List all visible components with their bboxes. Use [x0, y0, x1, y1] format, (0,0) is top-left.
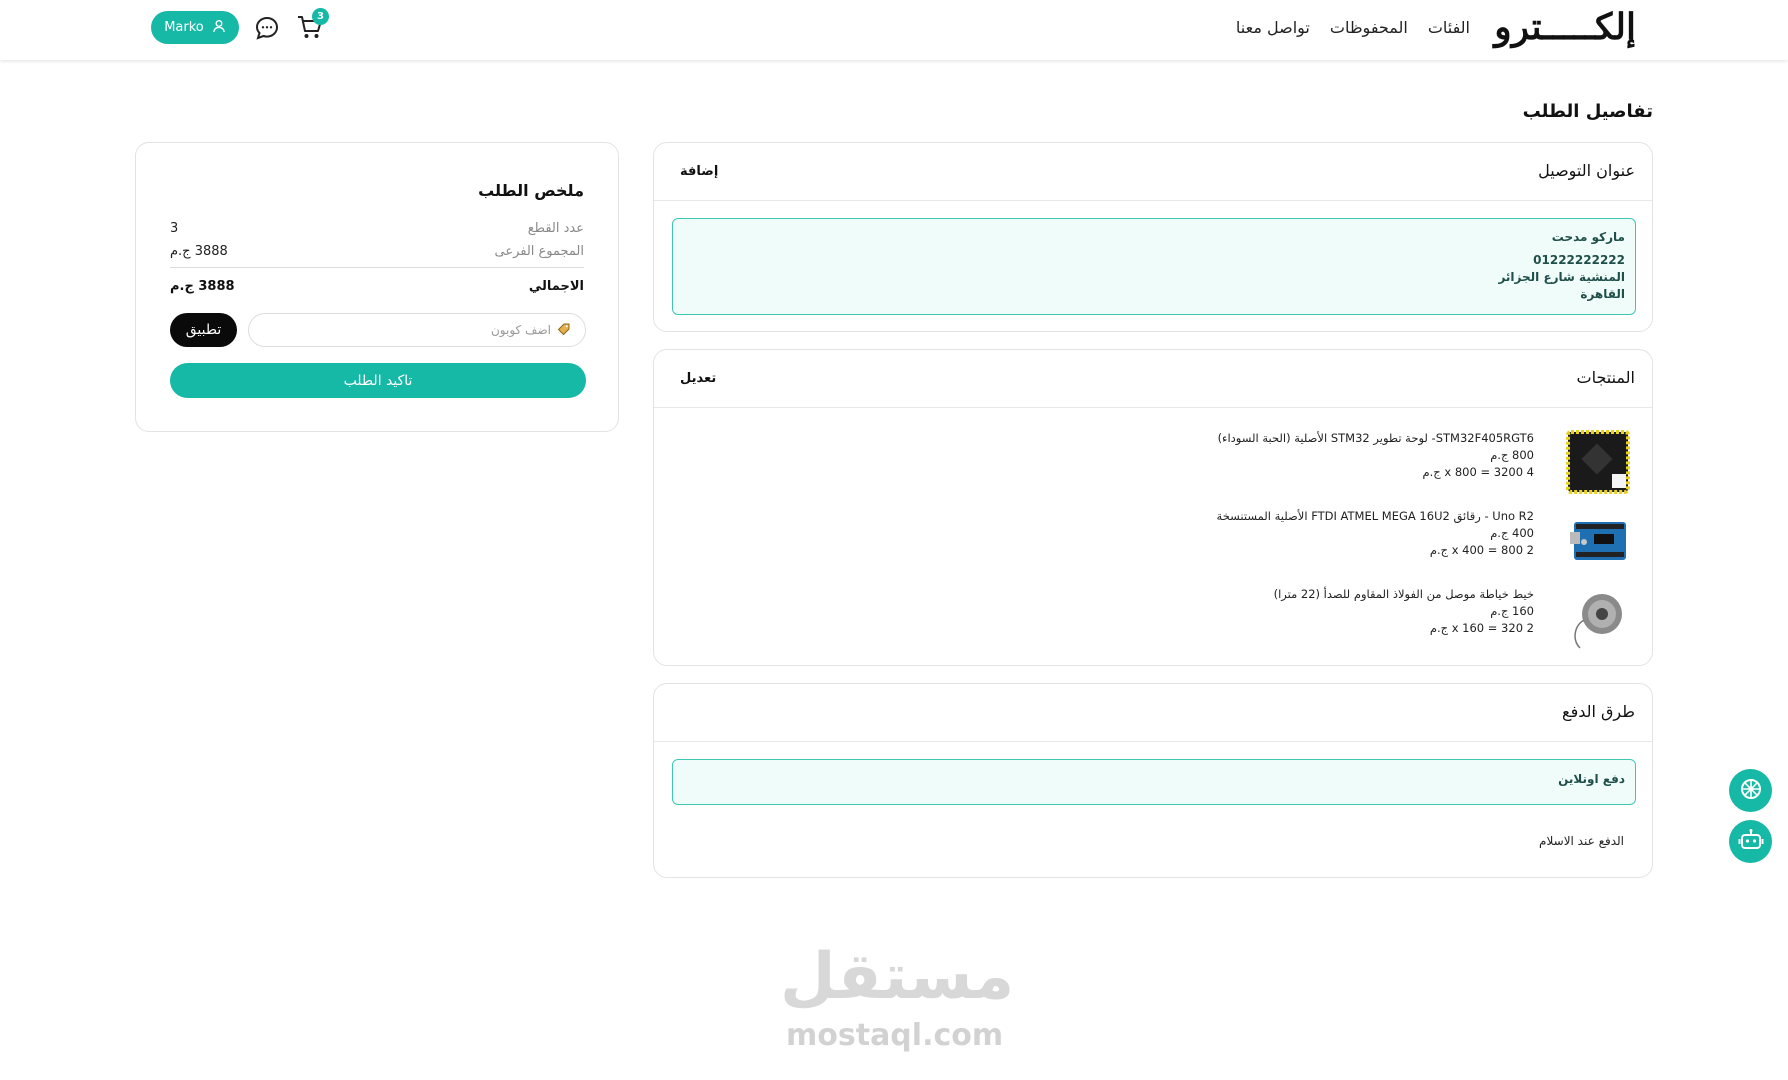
edit-products-button[interactable]: تعديل: [680, 371, 716, 386]
support-wheel-button[interactable]: [1729, 769, 1772, 812]
summary-title: ملخص الطلب: [478, 181, 584, 200]
product-name: STM32F405RGT6- لوحة تطوير STM32 الأصلية …: [1217, 431, 1534, 445]
coupon-placeholder: اضف كوبون: [490, 323, 551, 337]
watermark-english: mostaql.com: [786, 1018, 1004, 1053]
selected-address[interactable]: ماركو مدحت 01222222222 المنشية شارع الجز…: [672, 218, 1636, 315]
products-card-header: المنتجات تعديل: [654, 350, 1652, 408]
apply-coupon-button[interactable]: تطبيق: [170, 313, 237, 347]
summary-count-row: عدد القطع 3: [170, 221, 584, 239]
payment-title: طرق الدفع: [1562, 702, 1635, 721]
confirm-order-button[interactable]: تاكيد الطلب: [170, 363, 586, 398]
nav-categories[interactable]: الفئات: [1428, 18, 1470, 37]
product-info: خيط خياطة موصل من الفولاذ المقاوم للصدأ …: [1274, 586, 1534, 637]
payment-option-online[interactable]: دفع اونلاين: [672, 759, 1636, 805]
product-name: خيط خياطة موصل من الفولاذ المقاوم للصدأ …: [1273, 587, 1534, 601]
watermark-arabic: مستقل: [780, 940, 1015, 1014]
address-street: المنشية شارع الجزائر: [1498, 270, 1625, 284]
cart-count-badge: 3: [312, 8, 329, 25]
product-price: 400 ج.م: [1490, 526, 1534, 540]
site-logo[interactable]: إلكـــــترو: [1494, 6, 1636, 48]
product-line-total: 4 x 800 = 3200 ج.م: [1422, 465, 1534, 479]
product-item: STM32F405RGT6- لوحة تطوير STM32 الأصلية …: [734, 426, 1634, 498]
total-label: الاجمالي: [528, 279, 584, 294]
user-name: Marko: [164, 20, 204, 35]
coupon-input[interactable]: اضف كوبون: [248, 313, 586, 347]
product-item: Uno R2 - رقائق FTDI ATMEL MEGA 16U2 الأص…: [734, 504, 1634, 576]
user-account-button[interactable]: Marko: [151, 11, 239, 44]
product-item: خيط خياطة موصل من الفولاذ المقاوم للصدأ …: [734, 582, 1634, 654]
summary-total-row: الاجمالي 3888 ج.م: [170, 279, 584, 297]
chat-icon[interactable]: [254, 15, 280, 41]
nav-saved[interactable]: المحفوظات: [1330, 18, 1408, 37]
product-info: STM32F405RGT6- لوحة تطوير STM32 الأصلية …: [1218, 430, 1534, 481]
address-card-header: عنوان التوصيل إضافة: [654, 143, 1652, 201]
payment-card-header: طرق الدفع: [654, 684, 1652, 742]
chatbot-button[interactable]: [1729, 820, 1772, 863]
address-phone: 01222222222: [1533, 253, 1625, 267]
address-name: ماركو مدحت: [1551, 230, 1625, 244]
main-nav: الفئات المحفوظات تواصل معنا: [1236, 18, 1470, 37]
product-image-stm32: [1562, 426, 1634, 498]
products-title: المنتجات: [1576, 368, 1636, 387]
summary-subtotal-row: المجموع الفرعى 3888 ج.م: [170, 244, 584, 262]
summary-divider: [170, 267, 584, 268]
payment-option-cod[interactable]: الدفع عند الاسلام: [1539, 834, 1624, 848]
product-name: Uno R2 - رقائق FTDI ATMEL MEGA 16U2 الأص…: [1216, 509, 1534, 523]
top-header: إلكـــــترو الفئات المحفوظات تواصل معنا …: [0, 0, 1788, 60]
product-info: Uno R2 - رقائق FTDI ATMEL MEGA 16U2 الأص…: [1217, 508, 1534, 559]
address-title: عنوان التوصيل: [1538, 161, 1635, 180]
product-price: 160 ج.م: [1490, 604, 1534, 618]
add-address-button[interactable]: إضافة: [680, 164, 718, 179]
product-line-total: 2 x 160 = 320 ج.م: [1429, 621, 1534, 635]
product-price: 800 ج.م: [1490, 448, 1534, 462]
order-summary-card: ملخص الطلب عدد القطع 3 المجموع الفرعى 38…: [135, 142, 619, 432]
products-card: المنتجات تعديل STM32F405RGT6- لوحة تطوير…: [653, 349, 1653, 666]
product-line-total: 2 x 400 = 800 ج.م: [1429, 543, 1534, 557]
robot-icon: [1738, 827, 1764, 857]
payment-methods-card: طرق الدفع دفع اونلاين الدفع عند الاسلام: [653, 683, 1653, 878]
helm-icon: [1738, 776, 1764, 806]
delivery-address-card: عنوان التوصيل إضافة ماركو مدحت 012222222…: [653, 142, 1653, 332]
nav-contact[interactable]: تواصل معنا: [1236, 18, 1310, 37]
page-title: تفاصيل الطلب: [1522, 101, 1653, 122]
subtotal-label: المجموع الفرعى: [494, 244, 584, 259]
total-value: 3888 ج.م: [170, 279, 235, 294]
count-value: 3: [170, 221, 179, 236]
product-image-thread: [1562, 582, 1634, 654]
coupon-tag-icon: [557, 322, 571, 339]
subtotal-value: 3888 ج.م: [170, 244, 228, 259]
address-city: القاهرة: [1580, 287, 1625, 301]
count-label: عدد القطع: [527, 221, 584, 236]
user-icon: [212, 19, 226, 37]
product-image-uno: [1562, 504, 1634, 576]
